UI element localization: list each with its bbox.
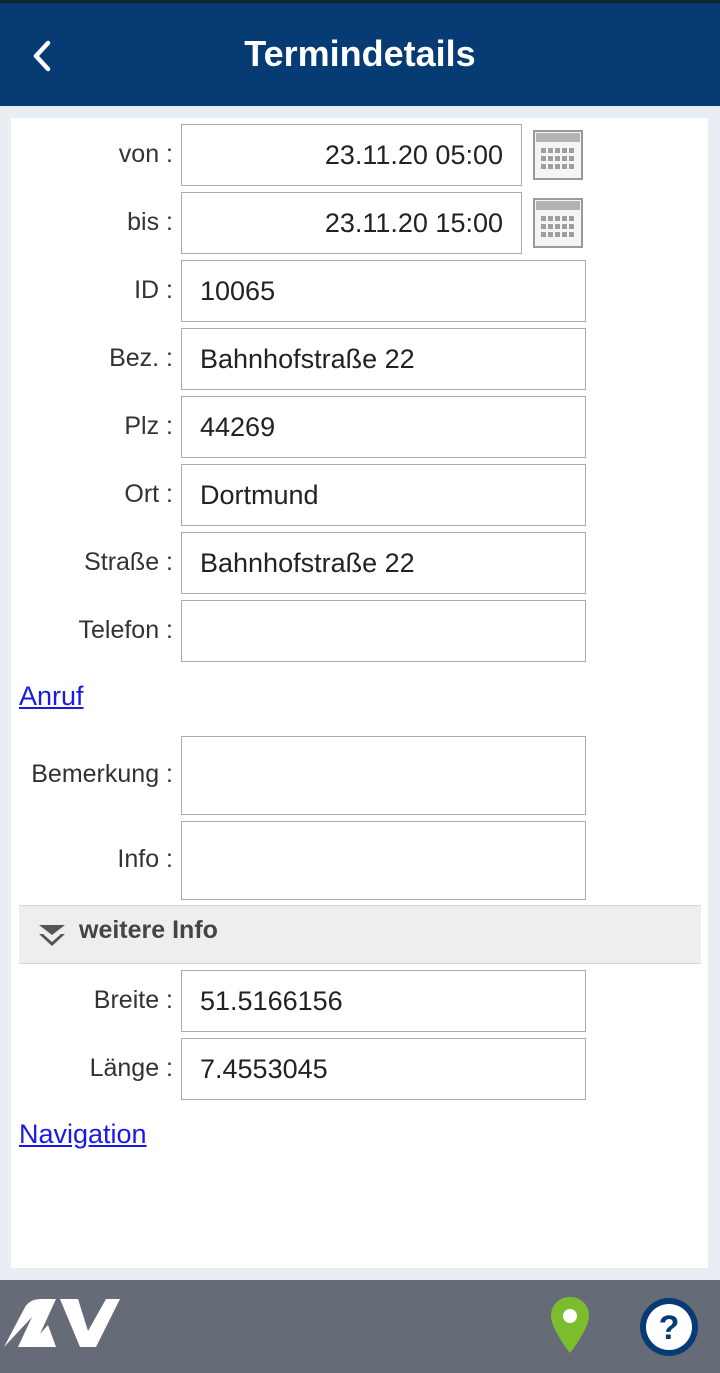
question-mark-icon[interactable]: ? bbox=[638, 1296, 700, 1358]
ort-field[interactable]: Dortmund bbox=[181, 464, 586, 526]
plz-value: 44269 bbox=[200, 411, 276, 442]
bis-calendar-button[interactable] bbox=[533, 198, 583, 248]
laenge-field[interactable]: 7.4553045 bbox=[181, 1038, 586, 1100]
row-laenge: Länge : 7.4553045 bbox=[11, 1038, 708, 1100]
ort-value: Dortmund bbox=[200, 479, 319, 510]
bemerkung-label: Bemerkung : bbox=[31, 760, 173, 788]
id-value: 10065 bbox=[200, 275, 276, 306]
breite-label: Breite : bbox=[93, 986, 173, 1014]
av-logo bbox=[4, 1299, 120, 1347]
bemerkung-field[interactable] bbox=[181, 736, 586, 815]
row-info: Info : bbox=[11, 821, 708, 900]
telefon-field[interactable] bbox=[181, 600, 586, 662]
page-title: Termindetails bbox=[244, 33, 476, 74]
bis-label: bis : bbox=[127, 208, 173, 236]
info-label: Info : bbox=[117, 845, 173, 873]
von-label: von : bbox=[118, 140, 173, 168]
id-field[interactable]: 10065 bbox=[181, 260, 586, 322]
row-plz: Plz : 44269 bbox=[11, 396, 708, 458]
row-breite: Breite : 51.5166156 bbox=[11, 970, 708, 1032]
svg-text:?: ? bbox=[659, 1309, 680, 1347]
details-form: von : 23.11.20 05:00 bis : 23.11.20 15:0… bbox=[11, 118, 708, 1268]
laenge-label: Länge : bbox=[89, 1054, 173, 1082]
bis-date-field[interactable]: 23.11.20 15:00 bbox=[181, 192, 522, 254]
row-id: ID : 10065 bbox=[11, 260, 708, 322]
bez-field[interactable]: Bahnhofstraße 22 bbox=[181, 328, 586, 390]
app-footer: ? bbox=[0, 1280, 720, 1373]
anruf-link[interactable]: Anruf bbox=[19, 681, 84, 712]
strasse-label: Straße : bbox=[84, 548, 173, 576]
von-value: 23.11.20 05:00 bbox=[324, 139, 503, 170]
breite-value: 51.5166156 bbox=[200, 985, 343, 1016]
row-strasse: Straße : Bahnhofstraße 22 bbox=[11, 532, 708, 594]
navigation-link[interactable]: Navigation bbox=[19, 1119, 147, 1150]
double-chevron-down-icon bbox=[39, 925, 65, 946]
ort-label: Ort : bbox=[124, 480, 173, 508]
app-header: Termindetails bbox=[0, 0, 720, 106]
plz-label: Plz : bbox=[124, 412, 173, 440]
breite-field[interactable]: 51.5166156 bbox=[181, 970, 586, 1032]
bis-value: 23.11.20 15:00 bbox=[324, 207, 503, 238]
telefon-label: Telefon : bbox=[78, 616, 173, 644]
row-ort: Ort : Dortmund bbox=[11, 464, 708, 526]
von-date-field[interactable]: 23.11.20 05:00 bbox=[181, 124, 522, 186]
laenge-value: 7.4553045 bbox=[200, 1053, 328, 1084]
weitere-info-toggle[interactable]: weitere Info bbox=[19, 905, 701, 964]
map-pin-icon[interactable] bbox=[550, 1296, 590, 1354]
row-bez: Bez. : Bahnhofstraße 22 bbox=[11, 328, 708, 390]
bez-value: Bahnhofstraße 22 bbox=[200, 343, 415, 374]
row-telefon: Telefon : bbox=[11, 600, 708, 662]
info-field[interactable] bbox=[181, 821, 586, 900]
row-bis: bis : 23.11.20 15:00 bbox=[11, 192, 708, 254]
strasse-value: Bahnhofstraße 22 bbox=[200, 547, 415, 578]
row-bemerkung: Bemerkung : bbox=[11, 736, 708, 815]
strasse-field[interactable]: Bahnhofstraße 22 bbox=[181, 532, 586, 594]
id-label: ID : bbox=[134, 276, 173, 304]
row-von: von : 23.11.20 05:00 bbox=[11, 124, 708, 186]
von-calendar-button[interactable] bbox=[533, 130, 583, 180]
plz-field[interactable]: 44269 bbox=[181, 396, 586, 458]
calendar-icon bbox=[533, 198, 583, 248]
calendar-icon bbox=[533, 130, 583, 180]
weitere-info-label: weitere Info bbox=[79, 916, 218, 944]
bez-label: Bez. : bbox=[109, 344, 173, 372]
